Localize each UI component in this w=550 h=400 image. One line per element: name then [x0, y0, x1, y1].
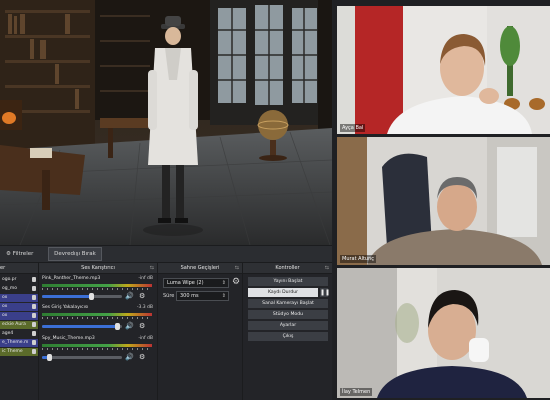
transition-select-value: Luma Wipe (2) — [167, 280, 204, 286]
stepper-icon[interactable]: ⇕ — [222, 292, 226, 301]
meter-ticks — [42, 348, 152, 350]
mixer-channel-name: Ses Giriş Yakalayıcısı — [42, 305, 89, 310]
filters-tab[interactable]: ⚙ Filtreler — [0, 247, 45, 261]
lock-icon[interactable] — [32, 322, 36, 327]
volume-meter — [42, 313, 152, 316]
gear-icon[interactable]: ⚙ — [139, 354, 145, 361]
participant-video-tile[interactable]: Murat Altunç — [337, 137, 550, 265]
stop-recording-button[interactable]: Kaydı Durdur — [248, 288, 318, 297]
source-label: ox — [2, 313, 8, 318]
gear-icon[interactable]: ⚙ — [139, 293, 145, 300]
deactivate-button[interactable]: Devredışı Bırak — [48, 247, 102, 261]
start-stream-button[interactable]: Yayını Başlat — [248, 277, 328, 286]
transitions-panel-title: Sahne Geçişleri ⇆ — [158, 263, 242, 273]
mixer-title-text: Ses Karıştırıcı — [81, 265, 115, 271]
source-item[interactable]: ic Theme — [0, 348, 38, 356]
obs-window: ⚙ Filtreler Devredışı Bırak er Ses Karış… — [0, 0, 332, 400]
source-label: age4 — [2, 331, 14, 336]
source-label: ic Theme — [2, 349, 23, 354]
exit-button[interactable]: Çıkış — [248, 332, 328, 341]
meter-ticks — [42, 288, 152, 290]
mixer-channel-db: -inf dB — [138, 336, 153, 341]
source-label: eckie Aura — [2, 322, 26, 327]
source-toolbar: ⚙ Filtreler Devredışı Bırak — [0, 246, 332, 262]
lock-icon[interactable] — [32, 349, 36, 354]
mixer-channel-db: -3.3 dB — [136, 305, 153, 310]
mixer-channel-name: Pink_Panther_Theme.mp3 — [42, 276, 101, 281]
mixer-panel-title: Ses Karıştırıcı ⇆ — [39, 263, 157, 273]
lock-icon[interactable] — [32, 286, 36, 291]
controls-title-text: Kontroller — [275, 265, 300, 271]
participant-name: İlay Telmen — [340, 388, 373, 396]
filters-label: Filtreler — [12, 251, 34, 257]
volume-meter — [42, 344, 152, 347]
volume-slider-knob[interactable] — [47, 354, 52, 361]
participant-video-tile[interactable]: Ayça Bal — [337, 6, 550, 134]
dock-icon[interactable]: ⇆ — [235, 263, 239, 273]
sources-list: ogo.pr og_mo ox ox ox eckie Aura age4 e_… — [0, 274, 38, 400]
library-scene-image — [0, 0, 332, 245]
participant-video-image — [337, 137, 550, 265]
lock-icon[interactable] — [32, 277, 36, 282]
transitions-title-text: Sahne Geçişleri — [180, 265, 220, 271]
source-label: ox — [2, 295, 8, 300]
volume-slider[interactable] — [42, 293, 122, 300]
participant-video-image — [337, 6, 550, 134]
source-label: og_mo — [2, 286, 17, 291]
gear-icon[interactable]: ⚙ — [139, 323, 145, 330]
dock-icon[interactable]: ⇆ — [150, 263, 154, 273]
pause-icon[interactable]: ❚❚ — [320, 288, 330, 297]
lock-icon[interactable] — [32, 295, 36, 300]
speaker-icon[interactable]: 🔊 — [125, 293, 134, 300]
duration-label: Süre — [163, 293, 175, 299]
speaker-icon[interactable]: 🔊 — [125, 323, 134, 330]
source-label: e_Theme.m — [2, 340, 29, 345]
controls-panel-title: Kontroller ⇆ — [243, 263, 332, 273]
meter-ticks — [42, 317, 152, 319]
lock-icon[interactable] — [32, 331, 36, 336]
volume-meter — [42, 284, 152, 287]
source-item[interactable]: og_mo — [0, 285, 38, 293]
duration-value: 300 ms — [180, 293, 199, 299]
audio-mixer: Pink_Panther_Theme.mp3 -inf dB 🔊 ⚙ Ses G… — [39, 274, 157, 400]
volume-slider[interactable] — [42, 354, 122, 361]
sources-panel-title: er — [0, 263, 38, 273]
mixer-channel-db: -inf dB — [138, 276, 153, 281]
volume-slider-knob[interactable] — [115, 323, 120, 330]
duration-input[interactable]: 300 ms ⇕ — [176, 291, 229, 301]
source-item[interactable]: age4 — [0, 330, 38, 338]
source-item[interactable]: ox — [0, 312, 38, 320]
settings-button[interactable]: Ayarlar — [248, 321, 328, 330]
source-label: ogo.pr — [2, 277, 17, 282]
gear-icon: ⚙ — [6, 251, 11, 257]
source-item[interactable]: eckie Aura — [0, 321, 38, 329]
source-item[interactable]: ox — [0, 294, 38, 302]
source-item[interactable]: ogo.pr — [0, 276, 38, 284]
scene-preview[interactable] — [0, 0, 332, 245]
transition-select[interactable]: Luma Wipe (2) ⇕ — [163, 278, 229, 288]
lock-icon[interactable] — [32, 313, 36, 318]
participant-name: Murat Altunç — [340, 255, 377, 263]
start-virtual-camera-button[interactable]: Sanal Kamerayı Başlat — [248, 299, 328, 308]
volume-slider[interactable] — [42, 323, 122, 330]
mixer-channel-name: Spy_Music_Theme.mp3 — [42, 336, 95, 341]
source-item[interactable]: ox — [0, 303, 38, 311]
gear-icon[interactable]: ⚙ — [232, 277, 240, 287]
chevron-down-icon: ⇕ — [221, 280, 226, 286]
source-label: ox — [2, 304, 8, 309]
studio-mode-button[interactable]: Stüdyo Modu — [248, 310, 328, 319]
sources-title-text: er — [0, 265, 6, 271]
lock-icon[interactable] — [32, 340, 36, 345]
participant-video-image — [337, 268, 550, 398]
lock-icon[interactable] — [32, 304, 36, 309]
participant-video-tile[interactable]: İlay Telmen — [337, 268, 550, 398]
volume-slider-knob[interactable] — [89, 293, 94, 300]
scene-transitions: Luma Wipe (2) ⇕ ⚙ Süre 300 ms ⇕ — [158, 274, 242, 400]
speaker-icon[interactable]: 🔊 — [125, 354, 134, 361]
participant-name: Ayça Bal — [340, 124, 366, 132]
dock-icon[interactable]: ⇆ — [325, 263, 329, 273]
deactivate-label: Devredışı Bırak — [54, 251, 96, 257]
controls-panel: Yayını Başlat Kaydı Durdur ❚❚ Sanal Kame… — [243, 274, 332, 400]
source-item[interactable]: e_Theme.m — [0, 339, 38, 347]
